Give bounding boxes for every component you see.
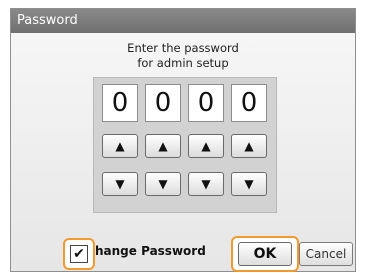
ok-button[interactable]: OK	[238, 242, 292, 266]
digit-3-down-button[interactable]: ▼	[188, 172, 224, 196]
password-prompt: Enter the password for admin setup	[11, 41, 355, 71]
digit-4[interactable]: 0	[231, 84, 267, 122]
digit-1-up-button[interactable]: ▲	[102, 134, 138, 158]
change-password-label[interactable]: hange Password	[95, 244, 206, 258]
arrow-down-icon: ▼	[244, 177, 254, 191]
cancel-button[interactable]: Cancel	[299, 242, 353, 266]
change-password-checkbox[interactable]: ✔	[70, 245, 88, 263]
digit-3-up-button[interactable]: ▲	[188, 134, 224, 158]
digit-1-down-button[interactable]: ▼	[102, 172, 138, 196]
change-password-highlight: ✔	[63, 238, 95, 270]
digit-4-up-button[interactable]: ▲	[231, 134, 267, 158]
ok-highlight: OK	[231, 236, 299, 272]
digit-entry-panel: 0 0 0 0 ▲ ▲ ▲ ▲ ▼ ▼ ▼ ▼	[93, 77, 277, 213]
arrow-down-icon: ▼	[115, 177, 125, 191]
arrow-up-icon: ▲	[115, 139, 125, 153]
dialog-title: Password	[11, 9, 355, 33]
arrow-up-icon: ▲	[158, 139, 168, 153]
arrow-down-icon: ▼	[201, 177, 211, 191]
digit-3[interactable]: 0	[188, 84, 224, 122]
digit-4-down-button[interactable]: ▼	[231, 172, 267, 196]
arrow-up-icon: ▲	[201, 139, 211, 153]
digit-2-down-button[interactable]: ▼	[145, 172, 181, 196]
prompt-line-2: for admin setup	[137, 56, 229, 70]
arrow-down-icon: ▼	[158, 177, 168, 191]
digit-1[interactable]: 0	[102, 84, 138, 122]
prompt-line-1: Enter the password	[127, 41, 239, 55]
dialog-actions: ✔ hange Password OK Cancel	[11, 232, 355, 272]
dialog-body: Enter the password for admin setup 0 0 0…	[11, 33, 355, 272]
password-dialog: Password Enter the password for admin se…	[10, 8, 356, 272]
checkmark-icon: ✔	[73, 246, 85, 262]
arrow-up-icon: ▲	[244, 139, 254, 153]
digit-2-up-button[interactable]: ▲	[145, 134, 181, 158]
digit-2[interactable]: 0	[145, 84, 181, 122]
